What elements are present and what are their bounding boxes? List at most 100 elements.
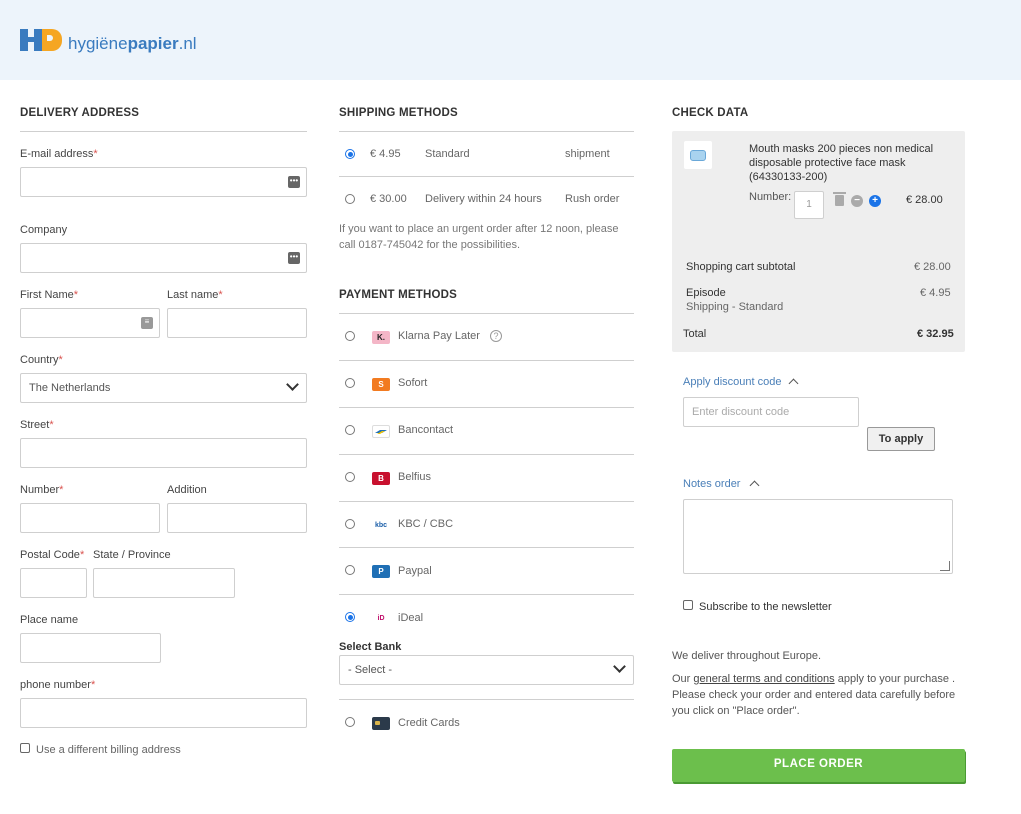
subtotal-value: € 28.00: [914, 261, 951, 273]
number-label: Number*: [20, 484, 64, 496]
country-select[interactable]: The Netherlands: [20, 373, 307, 403]
payment-belfius-radio[interactable]: [345, 472, 355, 482]
shipping-option-standard-radio[interactable]: [345, 149, 355, 159]
paypal-icon: P: [372, 565, 390, 578]
quantity-label: Number:: [749, 191, 792, 203]
country-label: Country*: [20, 354, 63, 366]
ideal-icon: iD: [372, 612, 390, 625]
newsletter-label: Subscribe to the newsletter: [699, 601, 832, 613]
divider: [339, 313, 634, 314]
payment-label-bancontact: Bancontact: [398, 424, 454, 436]
quantity-input[interactable]: 1: [794, 191, 824, 219]
payment-label-sofort: Sofort: [398, 377, 428, 389]
help-icon[interactable]: ?: [490, 330, 502, 342]
place-order-button[interactable]: PLACE ORDER: [672, 749, 965, 782]
notes-order-link[interactable]: Notes order: [683, 478, 740, 490]
street-label: Street*: [20, 419, 54, 431]
divider: [339, 360, 634, 361]
shipping-price: € 4.95: [370, 148, 401, 160]
payment-paypal-radio[interactable]: [345, 565, 355, 575]
product-thumbnail[interactable]: [684, 141, 712, 169]
place-name-field[interactable]: [20, 633, 161, 663]
site-logo[interactable]: hygiënepapier.nl: [20, 26, 197, 54]
addition-label: Addition: [167, 484, 207, 496]
email-label: E-mail address*: [20, 148, 98, 160]
kbc-icon: kbc: [372, 519, 390, 532]
postal-code-field[interactable]: [20, 568, 87, 598]
payment-kbc-radio[interactable]: [345, 519, 355, 529]
payment-label-kbc: KBC / CBC: [398, 518, 454, 530]
episode-sub: Shipping - Standard: [686, 301, 784, 313]
minus-icon[interactable]: −: [851, 195, 863, 207]
chevron-up-icon[interactable]: [749, 480, 760, 491]
plus-icon[interactable]: +: [869, 195, 881, 207]
payment-title: PAYMENT METHODS: [339, 289, 458, 301]
credit-card-icon: [372, 717, 390, 730]
total-value: € 32.95: [917, 328, 954, 340]
shipping-price: € 30.00: [370, 193, 407, 205]
line-total: € 28.00: [906, 194, 943, 206]
divider: [339, 699, 634, 700]
newsletter-checkbox[interactable]: [683, 600, 693, 610]
billing-address-checkbox[interactable]: [20, 743, 30, 753]
postal-code-label: Postal Code*: [20, 549, 85, 561]
payment-label-ideal: iDeal: [398, 612, 424, 624]
header: hygiënepapier.nl: [0, 0, 1021, 80]
payment-bancontact-radio[interactable]: [345, 425, 355, 435]
shipping-option-rush-radio[interactable]: [345, 194, 355, 204]
phone-label: phone number*: [20, 679, 96, 691]
klarna-icon: K.: [372, 331, 390, 344]
email-field[interactable]: •••: [20, 167, 307, 197]
divider: [339, 176, 634, 177]
state-label: State / Province: [93, 549, 171, 561]
password-manager-icon[interactable]: •••: [288, 252, 300, 264]
cart-summary: Mouth masks 200 pieces non medical dispo…: [672, 131, 965, 352]
chevron-up-icon[interactable]: [788, 378, 799, 389]
logo-text: hygiënepapier.nl: [68, 34, 197, 53]
phone-field[interactable]: [20, 698, 307, 728]
divider: [339, 454, 634, 455]
episode-value: € 4.95: [920, 287, 951, 299]
total-label: Total: [683, 328, 707, 340]
place-name-label: Place name: [20, 614, 79, 626]
billing-address-label: Use a different billing address: [36, 744, 181, 756]
order-notes-textarea[interactable]: [683, 499, 953, 574]
shipping-type: shipment: [565, 148, 610, 160]
belfius-icon: B: [372, 472, 390, 485]
divider: [339, 594, 634, 595]
payment-klarna-radio[interactable]: [345, 331, 355, 341]
first-name-field[interactable]: ≡: [20, 308, 160, 338]
resize-handle[interactable]: [940, 561, 950, 571]
street-field[interactable]: [20, 438, 307, 468]
select-bank-label: Select Bank: [339, 641, 402, 653]
payment-credit-card-radio[interactable]: [345, 717, 355, 727]
state-field[interactable]: [93, 568, 235, 598]
last-name-field[interactable]: [167, 308, 307, 338]
payment-sofort-radio[interactable]: [345, 378, 355, 388]
product-name[interactable]: Mouth masks 200 pieces non medical dispo…: [749, 142, 949, 184]
chevron-down-icon: [286, 378, 299, 391]
shipping-title: SHIPPING METHODS: [339, 107, 458, 119]
chevron-down-icon: [613, 660, 626, 673]
shipping-name: Standard: [425, 148, 470, 160]
trash-icon[interactable]: [833, 192, 846, 206]
divider: [339, 547, 634, 548]
contact-card-icon[interactable]: ≡: [141, 317, 153, 329]
payment-label-paypal: Paypal: [398, 565, 432, 577]
discount-code-input[interactable]: Enter discount code: [683, 397, 859, 427]
shipping-type: Rush order: [565, 193, 620, 205]
first-name-label: First Name*: [20, 289, 79, 301]
shipping-name: Delivery within 24 hours: [425, 193, 542, 205]
number-field[interactable]: [20, 503, 160, 533]
sofort-icon: S: [372, 378, 390, 391]
payment-ideal-radio[interactable]: [345, 612, 355, 622]
terms-link[interactable]: general terms and conditions: [693, 673, 834, 685]
apply-discount-link[interactable]: Apply discount code: [683, 376, 781, 388]
payment-label-credit-cards: Credit Cards: [398, 717, 460, 729]
apply-discount-button[interactable]: To apply: [867, 427, 935, 451]
addition-field[interactable]: [167, 503, 307, 533]
divider: [339, 501, 634, 502]
password-manager-icon[interactable]: •••: [288, 176, 300, 188]
company-field[interactable]: •••: [20, 243, 307, 273]
bank-select[interactable]: - Select -: [339, 655, 634, 685]
